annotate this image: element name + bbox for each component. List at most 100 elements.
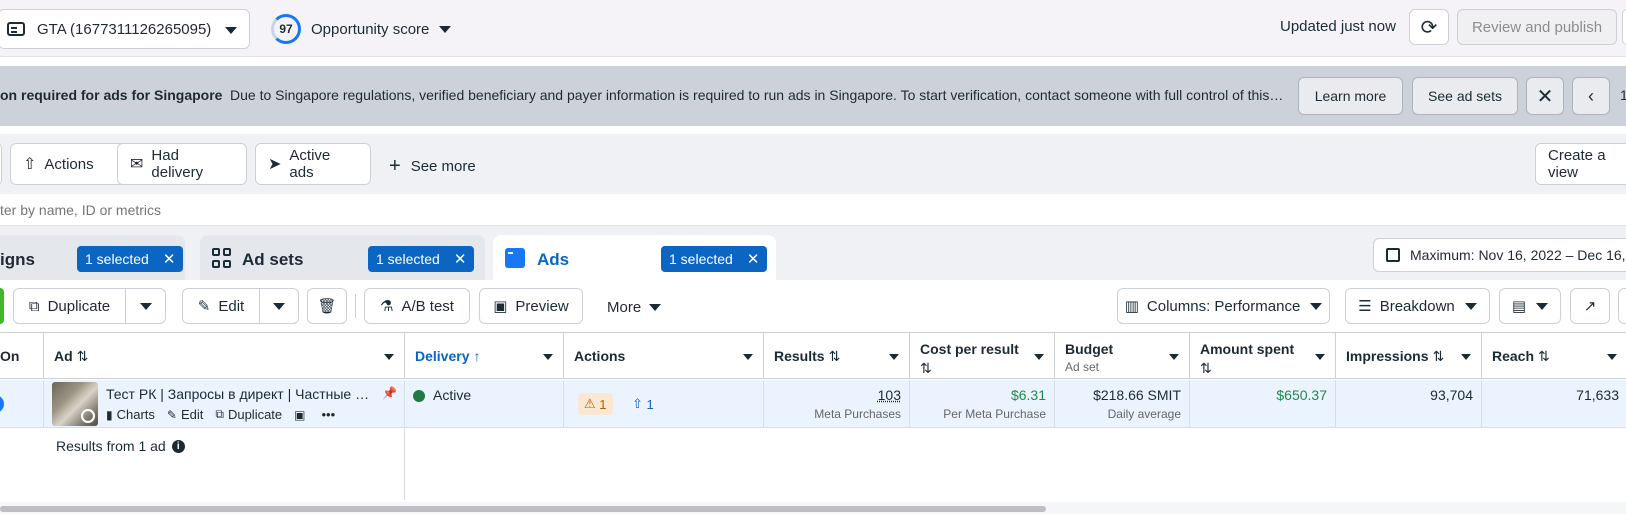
tab-campaigns[interactable]: igns 1 selected ✕ (0, 235, 185, 281)
ad-toggle[interactable] (0, 395, 4, 413)
clear-selection-icon[interactable]: ✕ (454, 250, 467, 268)
filter-chip-partial[interactable] (0, 143, 2, 185)
overflow-button[interactable] (1622, 9, 1626, 45)
campaigns-selected-badge[interactable]: 1 selected ✕ (77, 246, 184, 272)
clear-selection-icon[interactable]: ✕ (747, 250, 760, 268)
chevron-down-icon[interactable] (743, 354, 753, 360)
chevron-down-icon[interactable] (1315, 354, 1325, 360)
see-ad-sets-button[interactable]: See ad sets (1412, 77, 1518, 115)
banner-title: on required for ads for Singapore (0, 87, 223, 103)
copy-icon: ⧉ (28, 297, 40, 315)
more-options-button[interactable]: ••• (322, 407, 336, 422)
sort-icon[interactable]: ⇅ (829, 348, 841, 364)
opportunity-score[interactable]: 97 Opportunity score (271, 14, 452, 44)
column-header-reach[interactable]: Reach ⇅ (1482, 333, 1626, 379)
chevron-down-icon[interactable] (1461, 354, 1471, 360)
duplicate-dropdown-button[interactable] (125, 288, 166, 324)
account-selector[interactable]: GTA (1677311126265095) (0, 9, 250, 49)
column-header-actions[interactable]: Actions (564, 333, 764, 379)
pin-icon[interactable]: 📌 (382, 386, 397, 400)
edit-link[interactable]: ✎ Edit (167, 407, 203, 422)
ad-sets-selected-badge[interactable]: 1 selected ✕ (368, 246, 475, 272)
scrollbar-thumb[interactable] (0, 506, 1046, 512)
table-row[interactable]: Тест РК | Запросы в директ | Частные кли… (0, 380, 1626, 428)
warning-count: 1 (599, 396, 607, 412)
edit-dropdown-button[interactable] (259, 288, 299, 324)
tab-ads[interactable]: Ads 1 selected ✕ (493, 235, 776, 281)
column-header-on[interactable]: On (0, 333, 44, 379)
columns-label: Columns: Performance (1146, 297, 1301, 315)
column-header-delivery[interactable]: Delivery ↑ (405, 333, 564, 379)
ad-name-link[interactable]: Тест РК | Запросы в директ | Частные кли… (106, 386, 374, 402)
ad-thumbnail[interactable] (52, 382, 98, 426)
ab-test-button[interactable]: ⚗ A/B test (364, 288, 470, 324)
more-button[interactable]: More (607, 299, 662, 316)
create-button-partial[interactable] (0, 288, 4, 324)
chevron-down-icon[interactable] (889, 354, 899, 360)
column-header-cost-per-result[interactable]: Cost per result ⇅ (910, 333, 1055, 379)
budget-sublabel: Daily average (1107, 407, 1181, 421)
column-header-ad[interactable]: Ad ⇅ (44, 333, 405, 379)
horizontal-scrollbar[interactable] (0, 502, 1626, 514)
clear-selection-icon[interactable]: ✕ (163, 250, 176, 268)
sort-ascending-icon[interactable]: ↑ (473, 348, 480, 364)
external-link-icon: ↗ (1583, 298, 1597, 315)
breakdown-dropdown[interactable]: ☰ Breakdown (1345, 288, 1490, 324)
previous-notice-button[interactable]: ‹ (1572, 77, 1610, 115)
results-summary: Results from 1 ad i (56, 438, 185, 454)
chevron-down-icon[interactable] (543, 354, 553, 360)
pencil-icon: ✎ (166, 407, 177, 422)
filter-chip-label: Had delivery (151, 147, 204, 181)
learn-more-button[interactable]: Learn more (1298, 77, 1403, 115)
column-header-amount-spent[interactable]: Amount spent ⇅ (1190, 333, 1336, 379)
chevron-down-icon[interactable] (1607, 354, 1617, 360)
see-more-filters-button[interactable]: + See more (389, 155, 476, 178)
sort-icon[interactable]: ⇅ (920, 360, 932, 377)
create-view-button[interactable]: Create a view (1535, 143, 1626, 185)
search-input[interactable] (0, 198, 1000, 222)
duplicate-link[interactable]: ⧉ Duplicate (215, 407, 282, 422)
calendar-icon (1386, 248, 1400, 262)
filter-chip-label: Active ads (289, 147, 331, 181)
column-divider (404, 428, 405, 500)
ads-selected-badge[interactable]: 1 selected ✕ (661, 246, 768, 272)
chevron-down-icon[interactable] (1169, 354, 1179, 360)
filter-chip-active-ads[interactable]: ➤ Active ads (255, 143, 371, 185)
date-range-label: Maximum: Nov 16, 2022 – Dec 16, 2024 (1410, 247, 1626, 263)
delete-button[interactable]: 🗑 (307, 288, 347, 324)
column-header-budget[interactable]: Budget Ad set (1055, 333, 1190, 379)
column-header-impressions[interactable]: Impressions ⇅ (1336, 333, 1482, 379)
duplicate-button[interactable]: ⧉ Duplicate (13, 288, 126, 324)
preview-link[interactable]: ▣ (294, 408, 309, 422)
preview-button[interactable]: ▣ Preview (479, 288, 583, 324)
header-label: Actions (574, 348, 626, 364)
sort-icon[interactable]: ⇅ (1432, 348, 1444, 364)
see-more-label: See more (410, 158, 476, 175)
review-and-publish-button[interactable]: Review and publish (1457, 9, 1617, 45)
chevron-down-icon[interactable] (384, 354, 394, 360)
sort-icon[interactable]: ⇅ (1538, 348, 1550, 364)
chevron-down-icon[interactable] (1034, 354, 1044, 360)
column-header-results[interactable]: Results ⇅ (764, 333, 910, 379)
close-banner-button[interactable]: ✕ (1526, 77, 1564, 115)
info-icon[interactable]: i (171, 439, 185, 453)
score-ring: 97 (271, 14, 301, 44)
warning-badge[interactable]: ⚠ 1 (578, 393, 613, 415)
export-button[interactable]: ↗ (1570, 288, 1610, 324)
link-label: Edit (180, 407, 204, 422)
chevron-down-icon (225, 27, 237, 34)
columns-dropdown[interactable]: ▥ Columns: Performance (1117, 288, 1330, 324)
refresh-button[interactable]: ⟳ (1409, 9, 1449, 45)
toolbar-overflow-button[interactable] (1618, 288, 1626, 324)
charts-link[interactable]: ▮ Charts (106, 407, 155, 422)
sort-icon[interactable]: ⇅ (1200, 360, 1212, 377)
tab-ad-sets[interactable]: Ad sets 1 selected ✕ (200, 235, 485, 281)
sort-icon[interactable]: ⇅ (77, 348, 89, 364)
filter-chip-had-delivery[interactable]: ✉ Had delivery (117, 143, 247, 185)
reports-dropdown[interactable]: ▤ (1499, 288, 1561, 324)
results-value[interactable]: 103 (878, 387, 901, 403)
actions-badge[interactable]: ⇧ 1 (626, 393, 660, 415)
actions-count: 1 (646, 396, 654, 412)
date-range-picker[interactable]: Maximum: Nov 16, 2022 – Dec 16, 2024 (1373, 238, 1626, 272)
edit-button[interactable]: ✎ Edit (182, 288, 260, 324)
